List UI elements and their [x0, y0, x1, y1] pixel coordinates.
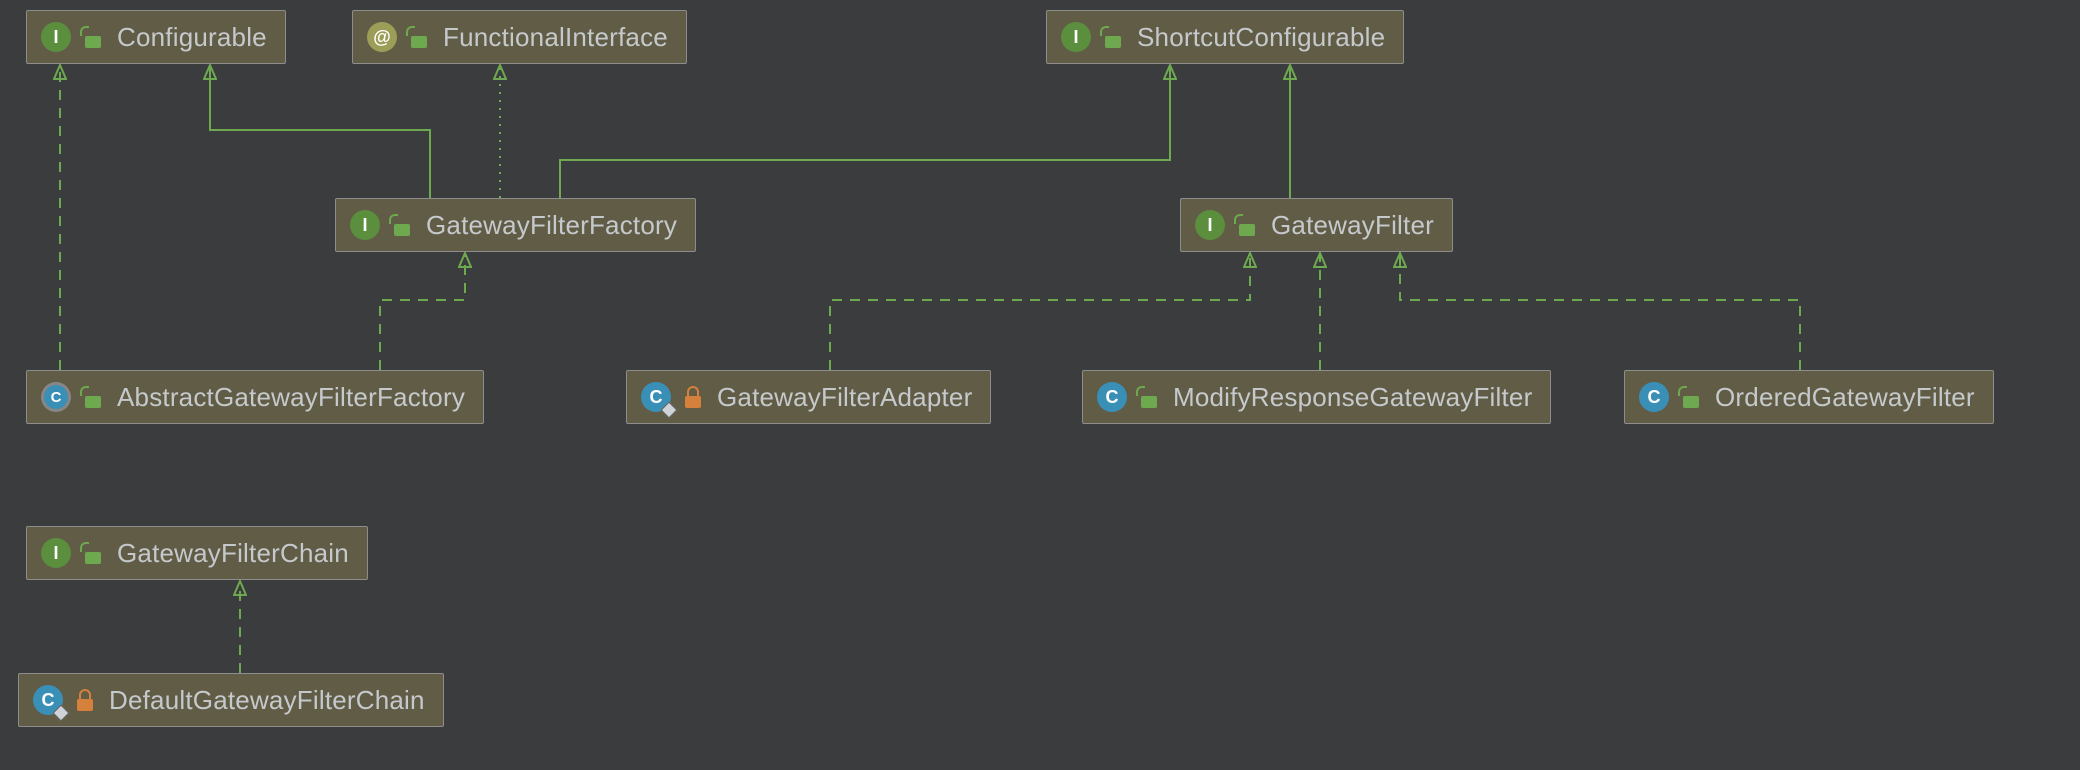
unlock-icon	[83, 26, 103, 48]
class-icon: C	[33, 685, 63, 715]
node-gateway-filter-factory[interactable]: I GatewayFilterFactory	[335, 198, 696, 252]
node-default-gateway-filter-chain[interactable]: C DefaultGatewayFilterChain	[18, 673, 444, 727]
node-label: GatewayFilter	[1271, 210, 1434, 241]
diagram-canvas: I Configurable @ FunctionalInterface I S…	[0, 0, 2080, 770]
class-icon: C	[641, 382, 671, 412]
interface-icon: I	[1061, 22, 1091, 52]
interface-icon: I	[1195, 210, 1225, 240]
edge	[1400, 253, 1800, 370]
unlock-icon	[392, 214, 412, 236]
node-label: AbstractGatewayFilterFactory	[117, 382, 465, 413]
node-label: FunctionalInterface	[443, 22, 668, 53]
node-label: OrderedGatewayFilter	[1715, 382, 1975, 413]
annotation-icon: @	[367, 22, 397, 52]
interface-icon: I	[350, 210, 380, 240]
lock-icon	[75, 689, 95, 711]
node-label: ModifyResponseGatewayFilter	[1173, 382, 1532, 413]
edge	[560, 65, 1170, 198]
node-functional-interface[interactable]: @ FunctionalInterface	[352, 10, 687, 64]
node-label: Configurable	[117, 22, 267, 53]
unlock-icon	[1103, 26, 1123, 48]
class-icon: C	[1097, 382, 1127, 412]
abstract-class-icon: C	[41, 382, 71, 412]
node-label: GatewayFilterChain	[117, 538, 349, 569]
interface-icon: I	[41, 538, 71, 568]
node-label: GatewayFilterFactory	[426, 210, 677, 241]
node-abstract-gateway-filter-factory[interactable]: C AbstractGatewayFilterFactory	[26, 370, 484, 424]
node-modify-response-gateway-filter[interactable]: C ModifyResponseGatewayFilter	[1082, 370, 1551, 424]
marker-icon	[661, 402, 678, 419]
lock-icon	[683, 386, 703, 408]
unlock-icon	[1139, 386, 1159, 408]
edge	[830, 253, 1250, 370]
node-label: DefaultGatewayFilterChain	[109, 685, 425, 716]
unlock-icon	[1681, 386, 1701, 408]
unlock-icon	[83, 386, 103, 408]
node-ordered-gateway-filter[interactable]: C OrderedGatewayFilter	[1624, 370, 1994, 424]
edge	[210, 65, 430, 198]
node-gateway-filter-chain[interactable]: I GatewayFilterChain	[26, 526, 368, 580]
unlock-icon	[83, 542, 103, 564]
unlock-icon	[1237, 214, 1257, 236]
edge	[380, 253, 465, 370]
marker-icon	[53, 705, 70, 722]
node-label: ShortcutConfigurable	[1137, 22, 1385, 53]
class-icon: C	[1639, 382, 1669, 412]
node-configurable[interactable]: I Configurable	[26, 10, 286, 64]
node-gateway-filter[interactable]: I GatewayFilter	[1180, 198, 1453, 252]
interface-icon: I	[41, 22, 71, 52]
node-shortcut-configurable[interactable]: I ShortcutConfigurable	[1046, 10, 1404, 64]
unlock-icon	[409, 26, 429, 48]
node-label: GatewayFilterAdapter	[717, 382, 972, 413]
node-gateway-filter-adapter[interactable]: C GatewayFilterAdapter	[626, 370, 991, 424]
